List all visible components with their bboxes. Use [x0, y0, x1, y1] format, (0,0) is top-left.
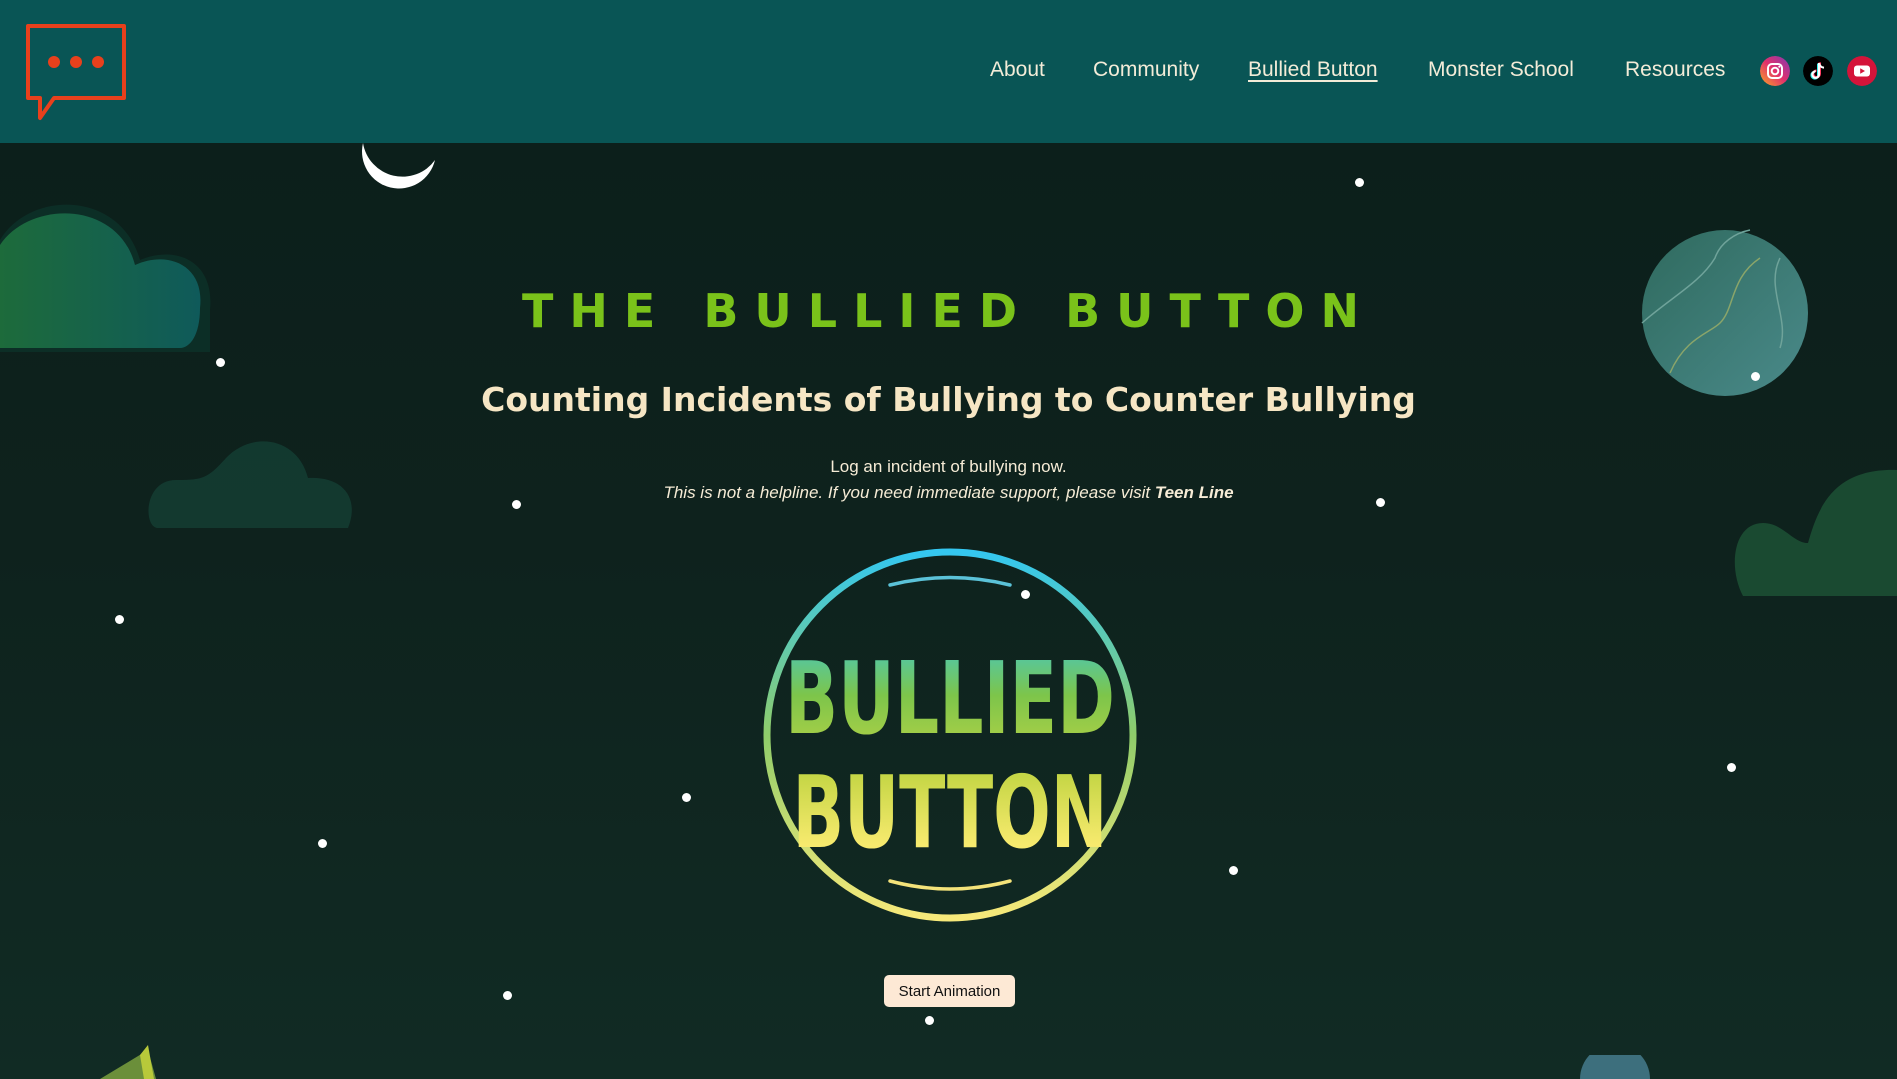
page-subtitle: Counting Incidents of Bullying to Counte…	[481, 380, 1416, 419]
star-icon	[682, 793, 691, 802]
star-icon	[115, 615, 124, 624]
moon-icon	[362, 143, 435, 189]
star-icon	[1727, 763, 1736, 772]
nav-community[interactable]: Community	[1093, 58, 1199, 82]
nav-bullied-button[interactable]: Bullied Button	[1248, 58, 1378, 82]
cta-text: Log an incident of bullying now.	[830, 457, 1067, 476]
star-icon	[216, 358, 225, 367]
youtube-icon[interactable]	[1847, 56, 1877, 86]
bullied-button-badge[interactable]: BULLIED BUTTON	[760, 545, 1140, 925]
badge-line2: BUTTON	[793, 754, 1108, 871]
instagram-icon[interactable]	[1760, 56, 1790, 86]
nav-resources[interactable]: Resources	[1625, 58, 1725, 82]
mountain-peak-icon	[100, 1045, 156, 1079]
star-icon	[1355, 178, 1364, 187]
site-header: About Community Bullied Button Monster S…	[0, 0, 1897, 143]
disclaimer-body: This is not a helpline. If you need imme…	[663, 483, 1155, 502]
star-icon	[925, 1016, 934, 1025]
teen-line-link[interactable]: Teen Line	[1155, 483, 1234, 502]
start-animation-button[interactable]: Start Animation	[884, 975, 1015, 1007]
tiktok-icon[interactable]	[1803, 56, 1833, 86]
disclaimer-text: This is not a helpline. If you need imme…	[0, 483, 1897, 503]
nav-about[interactable]: About	[990, 58, 1045, 82]
badge-line1: BULLIED	[785, 640, 1115, 757]
star-icon	[318, 839, 327, 848]
planet-bottom-icon	[1580, 1055, 1650, 1079]
page-title: THE BULLIED BUTTON	[522, 284, 1375, 338]
nav-monster-school[interactable]: Monster School	[1428, 58, 1574, 82]
star-icon	[503, 991, 512, 1000]
star-icon	[1229, 866, 1238, 875]
logo-chat-bubble-icon[interactable]	[24, 22, 128, 124]
